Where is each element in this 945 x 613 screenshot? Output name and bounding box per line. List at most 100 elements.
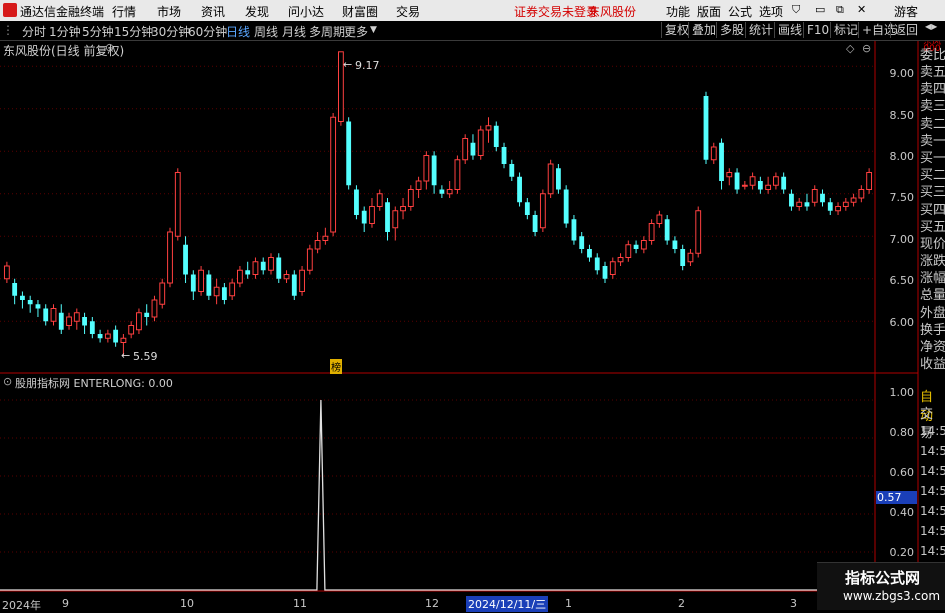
period-5min[interactable]: 5分钟	[82, 23, 114, 40]
menu-zixun[interactable]: 资讯	[201, 3, 225, 20]
period-15min[interactable]: 15分钟	[114, 23, 153, 40]
candle-body[interactable]	[501, 147, 507, 164]
candle-body[interactable]	[726, 172, 733, 178]
candle-body[interactable]	[539, 193, 546, 229]
candle-body[interactable]	[749, 176, 756, 186]
candle-body[interactable]	[50, 308, 57, 322]
candle-body[interactable]	[237, 269, 243, 284]
candle-body[interactable]	[306, 248, 313, 271]
candle-body[interactable]	[765, 184, 772, 190]
period-daily[interactable]: 日线	[226, 23, 250, 40]
candle-body[interactable]	[183, 244, 188, 275]
menu-jiaoyi[interactable]: 交易	[396, 3, 420, 20]
period-60min[interactable]: 60分钟	[188, 23, 227, 40]
candle-body[interactable]	[221, 287, 227, 300]
candle-body[interactable]	[314, 240, 321, 250]
candle-body[interactable]	[104, 333, 111, 339]
candle-body[interactable]	[66, 316, 72, 326]
candle-body[interactable]	[493, 125, 499, 147]
more-chevron-icon[interactable]: ▼	[370, 25, 377, 35]
btn-tongji[interactable]: 统计	[745, 22, 776, 38]
btn-huaxian[interactable]: 画线	[774, 22, 805, 38]
candle-body[interactable]	[299, 269, 305, 292]
btn-duogu[interactable]: 多股	[716, 22, 747, 38]
candle-body[interactable]	[229, 282, 236, 297]
candle-body[interactable]	[524, 202, 530, 215]
candle-body[interactable]	[687, 252, 694, 263]
candle-body[interactable]	[431, 155, 437, 186]
candle-body[interactable]	[757, 181, 763, 190]
candle-body[interactable]	[190, 274, 196, 292]
candle-body[interactable]	[27, 300, 33, 305]
candle-body[interactable]	[206, 274, 212, 296]
candle-body[interactable]	[385, 202, 390, 232]
candle-body[interactable]	[12, 283, 18, 296]
guest-button[interactable]: 游客	[894, 3, 918, 20]
candle-body[interactable]	[695, 210, 702, 254]
candle-body[interactable]	[656, 214, 663, 224]
candle-body[interactable]	[439, 189, 445, 194]
candle-body[interactable]	[672, 240, 678, 250]
menu-wenxiaoda[interactable]: 问小达	[288, 3, 324, 20]
period-weekly[interactable]: 周线	[254, 23, 278, 40]
candle-body[interactable]	[97, 334, 103, 339]
candle-body[interactable]	[664, 219, 670, 241]
candle-body[interactable]	[648, 223, 655, 241]
candle-body[interactable]	[392, 210, 399, 229]
candle-body[interactable]	[128, 325, 135, 335]
candle-body[interactable]	[741, 184, 748, 187]
candle-body[interactable]	[820, 193, 825, 203]
candle-body[interactable]	[400, 206, 406, 212]
candle-body[interactable]	[835, 206, 841, 212]
candle-body[interactable]	[276, 257, 282, 279]
candle-body[interactable]	[35, 304, 41, 309]
candle-body[interactable]	[283, 274, 290, 280]
candle-body[interactable]	[198, 269, 204, 292]
candle-body[interactable]	[772, 176, 779, 186]
candle-body[interactable]	[369, 206, 375, 224]
candle-body[interactable]	[680, 249, 686, 266]
candle-body[interactable]	[734, 172, 740, 190]
minimize-icon[interactable]: ▭	[815, 3, 825, 16]
candle-body[interactable]	[517, 176, 522, 203]
zoom-out-icon[interactable]: ⊖	[862, 42, 871, 55]
candle-body[interactable]	[509, 164, 515, 177]
candle-body[interactable]	[376, 193, 383, 207]
candle-body[interactable]	[811, 189, 818, 203]
candle-body[interactable]	[866, 172, 873, 190]
candle-body[interactable]	[781, 176, 787, 190]
menu-banmian[interactable]: 版面	[697, 3, 721, 20]
candle-body[interactable]	[151, 299, 158, 318]
candle-body[interactable]	[555, 168, 561, 190]
period-multi[interactable]: 多周期	[309, 23, 345, 40]
period-30min[interactable]: 30分钟	[151, 23, 190, 40]
diamond-icon[interactable]: ◇	[846, 42, 854, 55]
close-icon[interactable]: ✕	[857, 3, 866, 16]
candle-body[interactable]	[354, 189, 359, 216]
candle-body[interactable]	[268, 257, 274, 271]
candle-body[interactable]	[485, 125, 492, 131]
candle-body[interactable]	[252, 261, 259, 275]
candle-body[interactable]	[563, 189, 569, 224]
candle-body[interactable]	[625, 244, 632, 258]
candle-body[interactable]	[633, 244, 639, 249]
candle-body[interactable]	[547, 163, 554, 195]
candle-body[interactable]	[842, 201, 849, 207]
sidebar-collapse-icon[interactable]: ◀▶	[922, 23, 940, 39]
candle-body[interactable]	[446, 189, 453, 195]
menu-shichang[interactable]: 市场	[157, 3, 181, 20]
candle-body[interactable]	[719, 142, 724, 181]
candle-body[interactable]	[579, 236, 585, 249]
candle-body[interactable]	[330, 116, 337, 233]
menu-gongshi[interactable]: 公式	[728, 3, 752, 20]
menu-xuanxiang[interactable]: 选项	[759, 3, 783, 20]
login-status[interactable]: 证券交易未登录	[514, 3, 598, 20]
candle-body[interactable]	[245, 270, 251, 275]
candle-body[interactable]	[796, 201, 803, 207]
candle-body[interactable]	[850, 197, 857, 203]
candle-body[interactable]	[827, 202, 833, 211]
candle-body[interactable]	[617, 257, 624, 263]
candle-body[interactable]	[174, 172, 181, 237]
candle-body[interactable]	[144, 312, 150, 317]
menu-hangqing[interactable]: 行情	[112, 3, 136, 20]
